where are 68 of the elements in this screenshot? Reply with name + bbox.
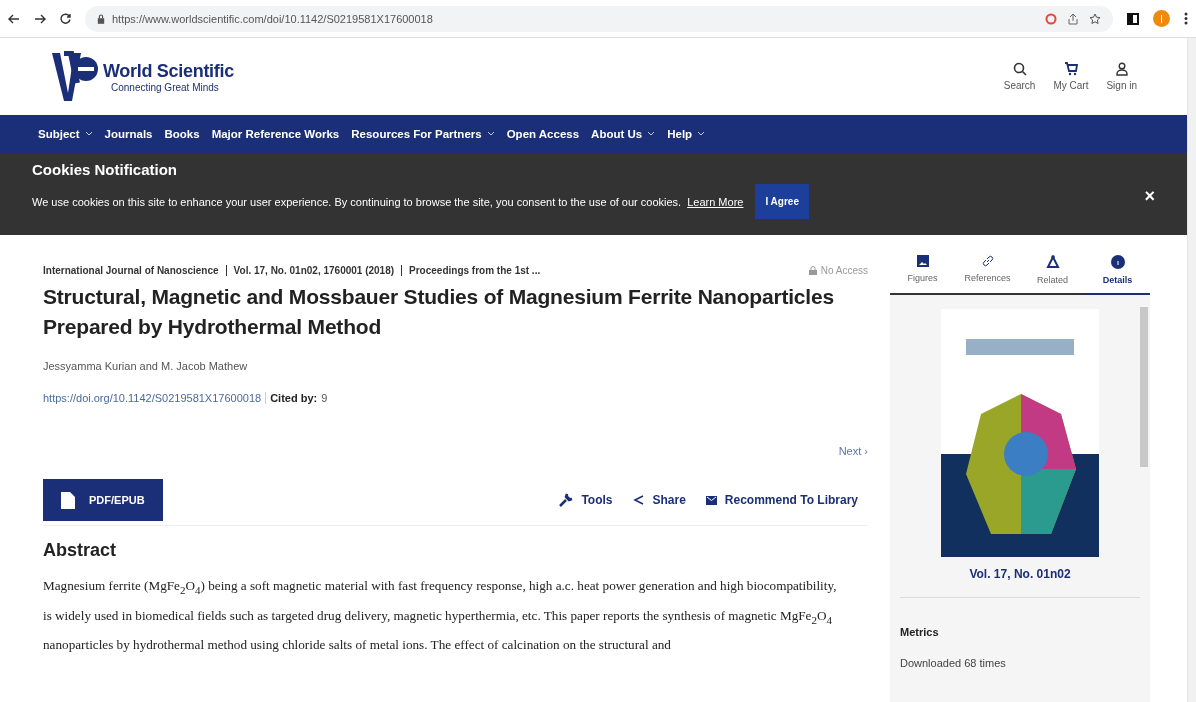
cited-by-label: Cited by:	[270, 392, 318, 404]
sidebar-toggle-icon[interactable]	[1127, 12, 1139, 25]
envelope-icon	[705, 495, 717, 505]
breadcrumb-link[interactable]: Proceedings from the 1st ...	[401, 265, 548, 276]
article-title: Structural, Magnetic and Mossbauer Studies of Magnesium Ferrite Nanoparticles Prepared by Hydrothermal Method	[43, 284, 835, 340]
lock-icon	[808, 266, 817, 275]
share-link[interactable]: Share	[632, 493, 686, 507]
nav-menu-item[interactable]: Help	[667, 128, 693, 140]
menu-icon[interactable]	[1184, 12, 1188, 25]
abstract-heading: Abstract	[43, 540, 118, 561]
close-button[interactable]: ×	[1138, 185, 1161, 208]
forward-icon[interactable]	[34, 13, 46, 24]
chevron-down-icon[interactable]	[84, 131, 93, 137]
page-scrollbar[interactable]	[1187, 38, 1196, 702]
image-icon	[916, 255, 929, 267]
chevron-down-icon[interactable]	[647, 131, 656, 137]
reload-icon[interactable]	[60, 13, 71, 24]
logo-tagline: Connecting Great Minds	[111, 81, 220, 93]
cart-icon	[1063, 62, 1078, 76]
learn-more-link[interactable]: Learn More	[687, 195, 744, 208]
logo-icon[interactable]	[50, 50, 100, 103]
link-icon	[981, 255, 994, 267]
nav-menu-item[interactable]: Major Reference Works	[211, 128, 340, 140]
nav-menu-item[interactable]: About Us	[591, 128, 643, 140]
author-list[interactable]: Jessyamma Kurian and M. Jacob Mathew	[43, 360, 868, 372]
download-count: Downloaded 68 times	[900, 657, 1007, 669]
share-icon	[632, 494, 645, 506]
search-link[interactable]: Search	[1003, 62, 1036, 91]
nav-menu-item[interactable]: Subject	[38, 128, 80, 140]
wrench-icon	[559, 493, 574, 507]
breadcrumb-link[interactable]: International Journal of Nanoscience	[43, 265, 226, 276]
logo-wordmark[interactable]: World Scientific	[103, 60, 234, 82]
doi-link[interactable]: https://doi.org/10.1142/S0219581X17600018	[43, 392, 267, 404]
sidebar-tab[interactable]: References	[955, 253, 1020, 295]
nav-menu-item[interactable]: Books	[164, 128, 200, 140]
back-icon[interactable]	[8, 13, 20, 24]
cookie-title: Cookies Notification	[32, 161, 178, 178]
abstract-text: Magnesium ferrite (MgFe$_{2}$O$_{4}$) being a soft magnetic material with fast frequency response, high a.c. heat power generation and high biocompatibility, is widely used in biomedical fields such as targeted drug delivery, magnetic hyperthermia, etc. This paper reports the synthesis of magnetic MgFe$_{2}$O$_{4}$ nanoparticles by hydrothermal method using chloride salts of metal ions. The effect of calcination on the structural and	[43, 577, 838, 655]
nav-menu-item[interactable]: Resources For Partners	[351, 128, 482, 140]
chevron-down-icon[interactable]	[486, 131, 495, 137]
issue-link[interactable]: Vol. 17, No. 01n02	[900, 567, 1140, 581]
share-icon[interactable]	[1067, 12, 1079, 25]
cookie-message: We use cookies on this site to enhance your user experience. By continuing to browse the site, you consent to the use of our cookies.	[32, 195, 682, 208]
sidebar-tab[interactable]: Figures	[890, 253, 955, 295]
metrics-heading: Metrics	[900, 626, 940, 638]
document-icon	[61, 491, 75, 509]
lock-icon[interactable]	[97, 13, 105, 24]
access-status: No Access	[820, 265, 868, 276]
nav-menu-item[interactable]: Open Access	[506, 128, 580, 140]
cart-link[interactable]: My Cart	[1053, 62, 1089, 91]
info-icon	[1110, 255, 1125, 269]
cited-by-count[interactable]: 9	[321, 392, 328, 404]
network-icon	[1045, 255, 1060, 269]
next-link[interactable]: Next ›	[838, 445, 868, 457]
nav-menu-item[interactable]: Journals	[104, 128, 153, 140]
user-link[interactable]: Sign in	[1106, 62, 1137, 91]
user-icon	[1114, 62, 1129, 76]
sidebar-tab[interactable]: Related	[1020, 253, 1085, 295]
star-icon[interactable]	[1089, 12, 1101, 25]
pdf-epub-button[interactable]: PDF/EPUB	[43, 479, 163, 521]
breadcrumb-link[interactable]: Vol. 17, No. 01n02, 1760001 (2018)	[225, 265, 402, 276]
panel-scrollbar[interactable]	[1140, 307, 1148, 467]
tools-link[interactable]: Tools	[559, 493, 613, 507]
mail-link[interactable]: Recommend To Library	[705, 493, 858, 507]
agree-button[interactable]: I Agree	[755, 184, 809, 219]
search-icon	[1012, 62, 1027, 76]
chevron-down-icon[interactable]	[697, 131, 706, 137]
address-bar[interactable]: https://www.worldscientific.com/doi/10.1142/S0219581X17600018	[85, 5, 1113, 32]
